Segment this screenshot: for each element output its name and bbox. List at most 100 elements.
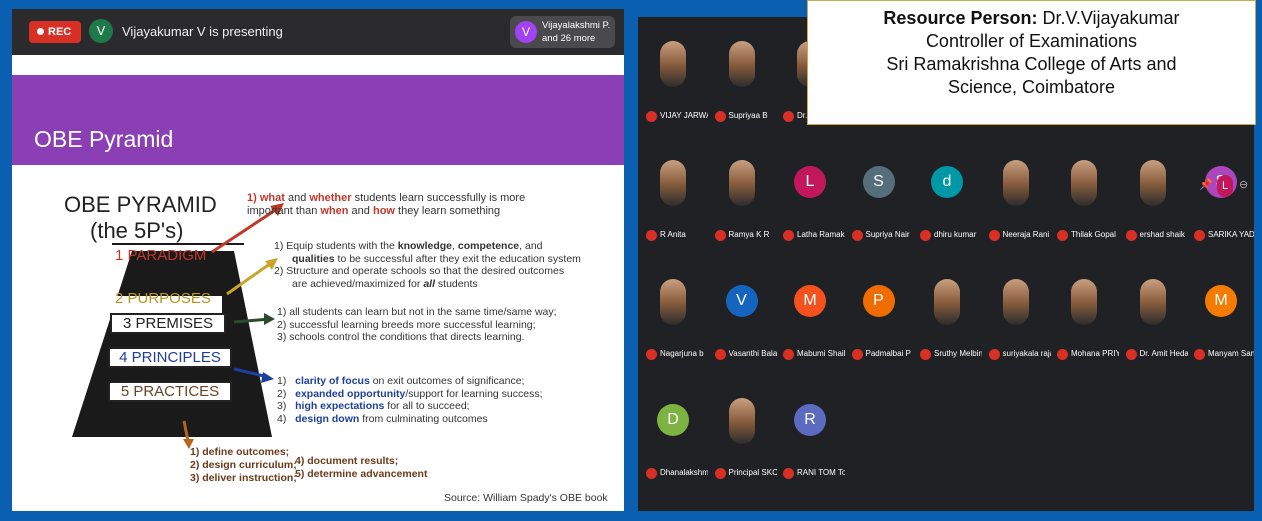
participant-tile[interactable]: Neeraja Rani A.K <box>985 150 1051 250</box>
participant-tile[interactable]: Supriyaa B <box>711 31 777 131</box>
mic-off-icon <box>851 230 863 241</box>
more-options-icon[interactable]: ⊖ <box>1239 178 1248 191</box>
participant-name: SARIKA YADAV <box>1208 230 1254 239</box>
participant-tile[interactable]: S Supriya Nair <box>848 150 914 250</box>
premise-item: 3) schools control the conditions that d… <box>277 331 525 343</box>
note-text: to be successful after they exit the edu… <box>334 252 581 265</box>
tier-paradigm: 1 PARADIGM <box>115 247 207 264</box>
mic-off-icon <box>1194 230 1205 241</box>
note-word: knowledge <box>397 240 453 252</box>
participant-name: Supriyaa B <box>728 111 768 120</box>
note-word: when <box>320 205 349 217</box>
participant-photo <box>660 41 686 87</box>
note-word: all <box>423 277 435 290</box>
participant-photo <box>1002 160 1029 206</box>
note-text: students learn successfully is more <box>351 192 526 204</box>
participant-name: ershad shaik <box>1139 230 1185 239</box>
participant-tile[interactable]: suriyakala rajama.. <box>985 269 1051 369</box>
participant-name: dhiru kumar <box>934 230 977 239</box>
participant-tile[interactable]: Thilak Gopal <box>1053 150 1119 250</box>
participant-name: Padmalbai P <box>865 349 911 358</box>
mic-off-icon <box>988 349 1000 360</box>
practice-item: 2) design curriculum; <box>190 459 297 471</box>
participant-avatar: V <box>725 285 758 317</box>
participant-name: Manyam Santhire.. <box>1208 349 1254 358</box>
arrowhead-premises <box>264 313 275 325</box>
participant-tile[interactable]: d dhiru kumar <box>916 150 982 250</box>
note-text: are achieved/maximized for <box>292 277 424 290</box>
purposes-note: 1) Equip students with the knowledge, co… <box>274 240 581 290</box>
participant-tile[interactable]: Dr. Amit Hedau <box>1122 269 1188 369</box>
caption-institution-1: Sri Ramakrishna College of Arts and <box>886 54 1177 74</box>
participant-tile[interactable]: R RANI TOM Tom <box>779 388 845 488</box>
mic-off-icon <box>988 230 1000 241</box>
mic-off-icon <box>1194 349 1205 360</box>
mic-off-icon <box>783 468 794 479</box>
mic-off-icon <box>851 349 863 360</box>
participant-photo <box>728 41 755 87</box>
tier-purposes: 2 PURPOSES <box>115 290 211 307</box>
participant-tile[interactable]: M Manyam Santhire.. <box>1190 269 1254 369</box>
premises-note: 1) all students can learn but not in the… <box>277 306 557 344</box>
participant-photo <box>934 279 960 325</box>
shared-screen-panel: REC V Vijayakumar V is presenting V Vija… <box>12 9 624 511</box>
participant-name: Latha Ramakrish.. <box>797 230 845 239</box>
principle-text: /support for learning success; <box>405 387 543 400</box>
participant-photo <box>728 398 755 444</box>
participant-tile[interactable]: Ramya K R <box>711 150 777 250</box>
participant-name: Dhanalakshmi Th.. <box>660 468 708 477</box>
participant-name: Sruthy Melbin <box>934 349 982 358</box>
pin-icon[interactable]: 📌 <box>1199 178 1213 191</box>
participant-name: Mohana PRIYA <box>1071 349 1119 358</box>
principle-number: 2) <box>277 387 287 400</box>
participant-name: suriyakala rajama.. <box>1002 349 1051 358</box>
mic-off-icon <box>920 349 931 360</box>
participant-tile[interactable]: ershad shaik <box>1122 150 1188 250</box>
mic-off-icon <box>646 230 657 241</box>
arrowhead-principles <box>261 372 274 383</box>
note-text: they learn something <box>394 205 501 217</box>
tile-hover-controls: 📌 L ⊖ <box>1195 175 1255 205</box>
tier-principles: 4 PRINCIPLES <box>108 347 232 368</box>
note-word: how <box>372 205 395 217</box>
participant-name: Thilak Gopal <box>1071 230 1116 239</box>
participant-avatar: M <box>1205 285 1237 317</box>
mic-off-icon <box>1125 230 1137 241</box>
caption-institution-2: Science, Coimbatore <box>947 77 1116 97</box>
mic-off-icon <box>646 111 657 122</box>
participant-tile[interactable]: Nagarjuna b <box>642 269 708 369</box>
paradigm-note: 1) what and whether students learn succe… <box>247 192 525 218</box>
caption-label: Resource Person: <box>883 8 1038 28</box>
participant-tile[interactable]: P Padmalbai P <box>848 269 914 369</box>
participant-tile[interactable]: Sruthy Melbin <box>916 269 982 369</box>
tier-practices: 5 PRACTICES <box>108 381 232 402</box>
participant-tile[interactable]: M Mabumi Shaik <box>779 269 845 369</box>
mic-off-icon <box>714 349 726 360</box>
note-word: qualities <box>292 252 335 265</box>
mic-off-icon <box>783 111 794 122</box>
note-text: 2) Structure and operate schools so that… <box>274 265 565 277</box>
note-word: whether <box>309 192 352 204</box>
participant-tile[interactable]: Principal SKCT <box>711 388 777 488</box>
practice-item: 1) define outcomes; <box>190 446 290 458</box>
participant-photo <box>660 160 686 206</box>
participant-photo <box>1071 279 1097 325</box>
principle-text: for all to succeed; <box>384 400 470 412</box>
premise-item: 2) successful learning breeds more succe… <box>277 318 536 331</box>
participant-tile[interactable]: Mohana PRIYA <box>1053 269 1119 369</box>
practices-col2: 4) document results; 5) determine advanc… <box>295 455 427 481</box>
principle-key: expanded opportunity <box>295 387 406 400</box>
participant-name: Vasanthi Balasub.. <box>728 349 777 358</box>
participant-avatar: D <box>657 404 689 436</box>
participant-tile[interactable]: VIJAY JARWALA <box>642 31 708 131</box>
principle-key: design down <box>295 412 360 425</box>
practice-item: 3) deliver instruction; <box>190 472 297 484</box>
participant-avatar: d <box>931 166 963 198</box>
note-word: competence <box>457 240 520 252</box>
participant-tile[interactable]: D Dhanalakshmi Th.. <box>642 388 708 488</box>
caption-designation: Controller of Examinations <box>925 31 1138 51</box>
participant-tile[interactable]: L Latha Ramakrish.. <box>779 150 845 250</box>
note-text: and <box>284 192 310 204</box>
participant-tile[interactable]: V Vasanthi Balasub.. <box>711 269 777 369</box>
participant-tile[interactable]: R Anita <box>642 150 708 250</box>
